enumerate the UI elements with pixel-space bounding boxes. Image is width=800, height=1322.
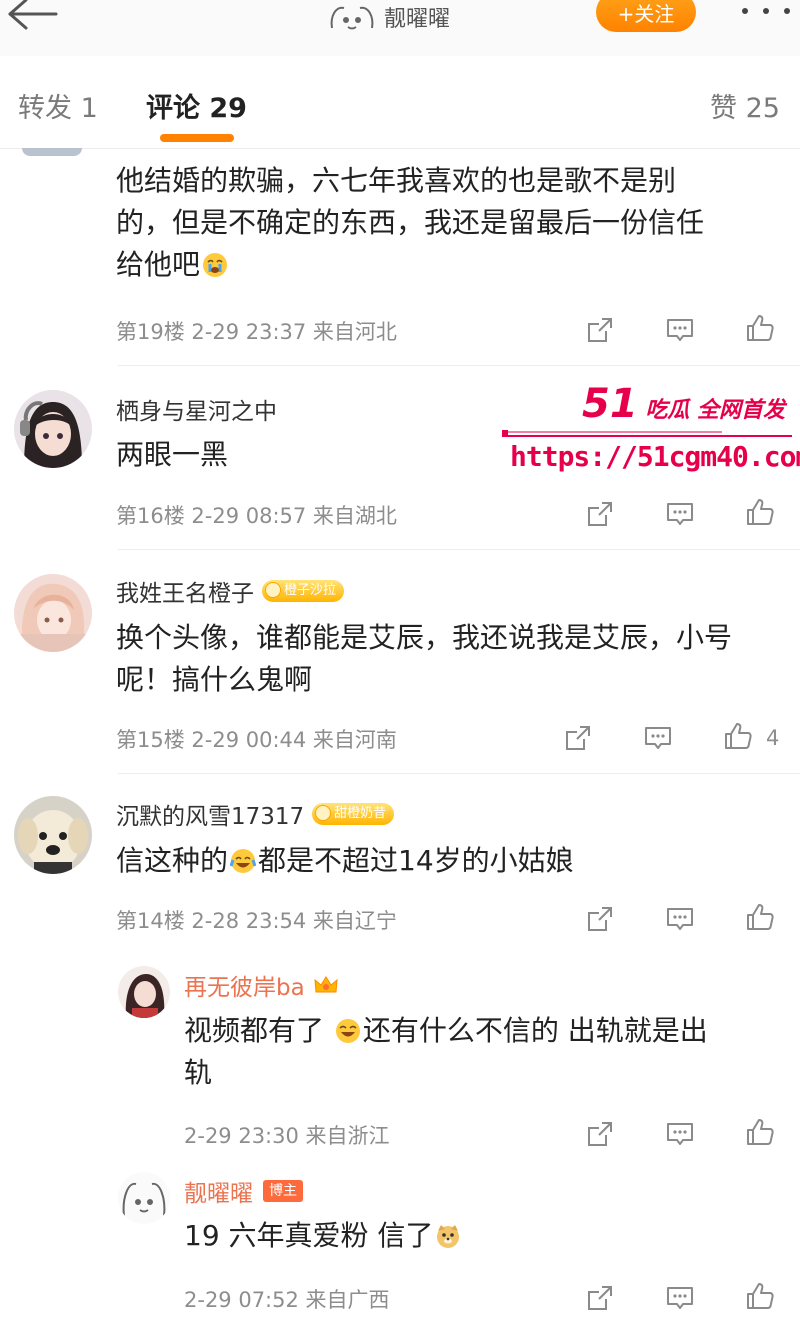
tab-repost[interactable]: 转发 1 (18, 86, 98, 125)
avatar[interactable] (14, 796, 92, 874)
watermark-text: 吃瓜 全网首发 (645, 398, 786, 423)
top-bar: 靓曜曜 +关注 (0, 0, 800, 56)
reply-text-part: 还有什么不信的 出轨就是出 (362, 1014, 708, 1047)
reply-text-part: 19 六年真爱粉 信了 (184, 1219, 434, 1252)
comment-text: 他结婚的欺骗，六七年我喜欢的也是歌不是别 的，但是不确定的东西，我还是留最后一份… (116, 160, 786, 286)
crying-emoji (203, 253, 228, 277)
comment-text-part: 信这种的 (116, 844, 229, 877)
share-icon[interactable] (562, 722, 594, 754)
username-text[interactable]: 沉默的风雪17317 (116, 797, 304, 831)
comment-meta: 第15楼 2-29 00:44 来自河南 (116, 728, 397, 752)
watermark-brand: 51 吃瓜 全网首发 (582, 384, 785, 424)
avatar[interactable] (14, 574, 92, 652)
comment-text-line: 呢！搞什么鬼啊 (116, 663, 313, 696)
username-text[interactable]: 我姓王名橙子 (116, 574, 254, 608)
comment-text: 信这种的 都是不超过14岁的小姑娘 (116, 840, 786, 882)
follow-button[interactable]: +关注 (596, 0, 696, 32)
comment-text-part: 都是不超过14岁的小姑娘 (258, 844, 574, 877)
comment-text-line: 给他吧 (116, 248, 201, 281)
like-count: 4 (766, 726, 780, 750)
share-icon[interactable] (584, 314, 616, 346)
like-icon[interactable] (722, 720, 754, 752)
comment-meta: 第14楼 2-28 23:54 来自辽宁 (116, 909, 397, 933)
active-tab-indicator (160, 134, 234, 142)
arrow-left-icon[interactable] (0, 0, 70, 30)
username[interactable]: 沉默的风雪17317 甜橙奶昔 (116, 797, 395, 831)
fan-badge: 橙子沙拉 (262, 580, 345, 602)
doge-emoji (437, 1225, 460, 1248)
comment-icon[interactable] (664, 1118, 696, 1150)
share-icon[interactable] (584, 1282, 616, 1314)
username[interactable]: 栖身与星河之中 (116, 392, 277, 426)
avatar[interactable] (118, 966, 170, 1018)
more-dots-icon[interactable] (738, 4, 794, 18)
comment-icon[interactable] (664, 498, 696, 530)
reply-text: 19 六年真爱粉 信了 (184, 1215, 784, 1257)
divider (118, 549, 800, 550)
reply-text-line: 轨 (184, 1056, 213, 1089)
reply-meta: 2-29 07:52 来自广西 (184, 1288, 390, 1312)
comment-text: 换个头像，谁都能是艾辰，我还说我是艾辰，小号 呢！搞什么鬼啊 (116, 617, 786, 701)
watermark-url: https://51cgm40.com (510, 440, 800, 473)
username[interactable]: 我姓王名橙子 橙子沙拉 (116, 574, 345, 608)
share-icon[interactable] (584, 498, 616, 530)
like-icon[interactable] (744, 312, 776, 344)
comment-meta: 第16楼 2-29 08:57 来自湖北 (116, 504, 397, 528)
divider (118, 773, 800, 774)
like-icon[interactable] (744, 901, 776, 933)
weibo-comment-page: 靓曜曜 +关注 转发 1 评论 29 赞 25 他结婚的欺骗，六七年我喜欢的也是… (0, 0, 800, 1322)
avatar[interactable] (118, 1172, 170, 1224)
username[interactable]: 靓曜曜 博主 (184, 1174, 303, 1208)
share-icon[interactable] (584, 903, 616, 935)
comment-meta: 第19楼 2-29 23:37 来自河北 (116, 320, 397, 344)
laugh-tears-emoji (335, 1019, 360, 1043)
comment-text-line: 的，但是不确定的东西，我还是留最后一份信任 (116, 206, 705, 239)
like-icon[interactable] (744, 1280, 776, 1312)
watermark-number: 51 (582, 381, 638, 427)
avatar[interactable] (14, 390, 92, 468)
comment-icon[interactable] (642, 722, 674, 754)
laugh-cry-emoji (230, 849, 257, 873)
divider (118, 365, 800, 366)
reply-meta: 2-29 23:30 来自浙江 (184, 1124, 390, 1148)
crown-icon (314, 976, 338, 993)
comment-text: 两眼一黑 (116, 438, 229, 471)
page-title: 靓曜曜 (384, 7, 451, 32)
share-icon[interactable] (584, 1118, 616, 1150)
reply-text-part: 视频都有了 (184, 1014, 333, 1047)
username-text[interactable]: 靓曜曜 (184, 1174, 253, 1208)
comment-text-line: 换个头像，谁都能是艾辰，我还说我是艾辰，小号 (116, 621, 733, 654)
author-badge: 博主 (263, 1180, 303, 1202)
like-icon[interactable] (744, 1116, 776, 1148)
username[interactable]: 再无彼岸ba (184, 968, 339, 1002)
watermark-underline (502, 430, 792, 437)
author-avatar (330, 6, 374, 30)
username-text[interactable]: 再无彼岸ba (184, 968, 305, 1002)
header-title-group[interactable]: 靓曜曜 (328, 0, 450, 34)
fan-badge: 甜橙奶昔 (312, 803, 395, 825)
comment-icon[interactable] (664, 314, 696, 346)
comment-icon[interactable] (664, 1282, 696, 1314)
reply-text: 视频都有了 还有什么不信的 出轨就是出 轨 (184, 1010, 784, 1094)
comment-text-line: 他结婚的欺骗，六七年我喜欢的也是歌不是别 (116, 164, 677, 197)
avatar[interactable] (22, 148, 82, 156)
tab-likes[interactable]: 赞 25 (710, 86, 780, 125)
tab-bar: 转发 1 评论 29 赞 25 (0, 56, 800, 149)
like-icon[interactable] (744, 496, 776, 528)
tab-comments[interactable]: 评论 29 (146, 86, 247, 125)
comment-icon[interactable] (664, 903, 696, 935)
